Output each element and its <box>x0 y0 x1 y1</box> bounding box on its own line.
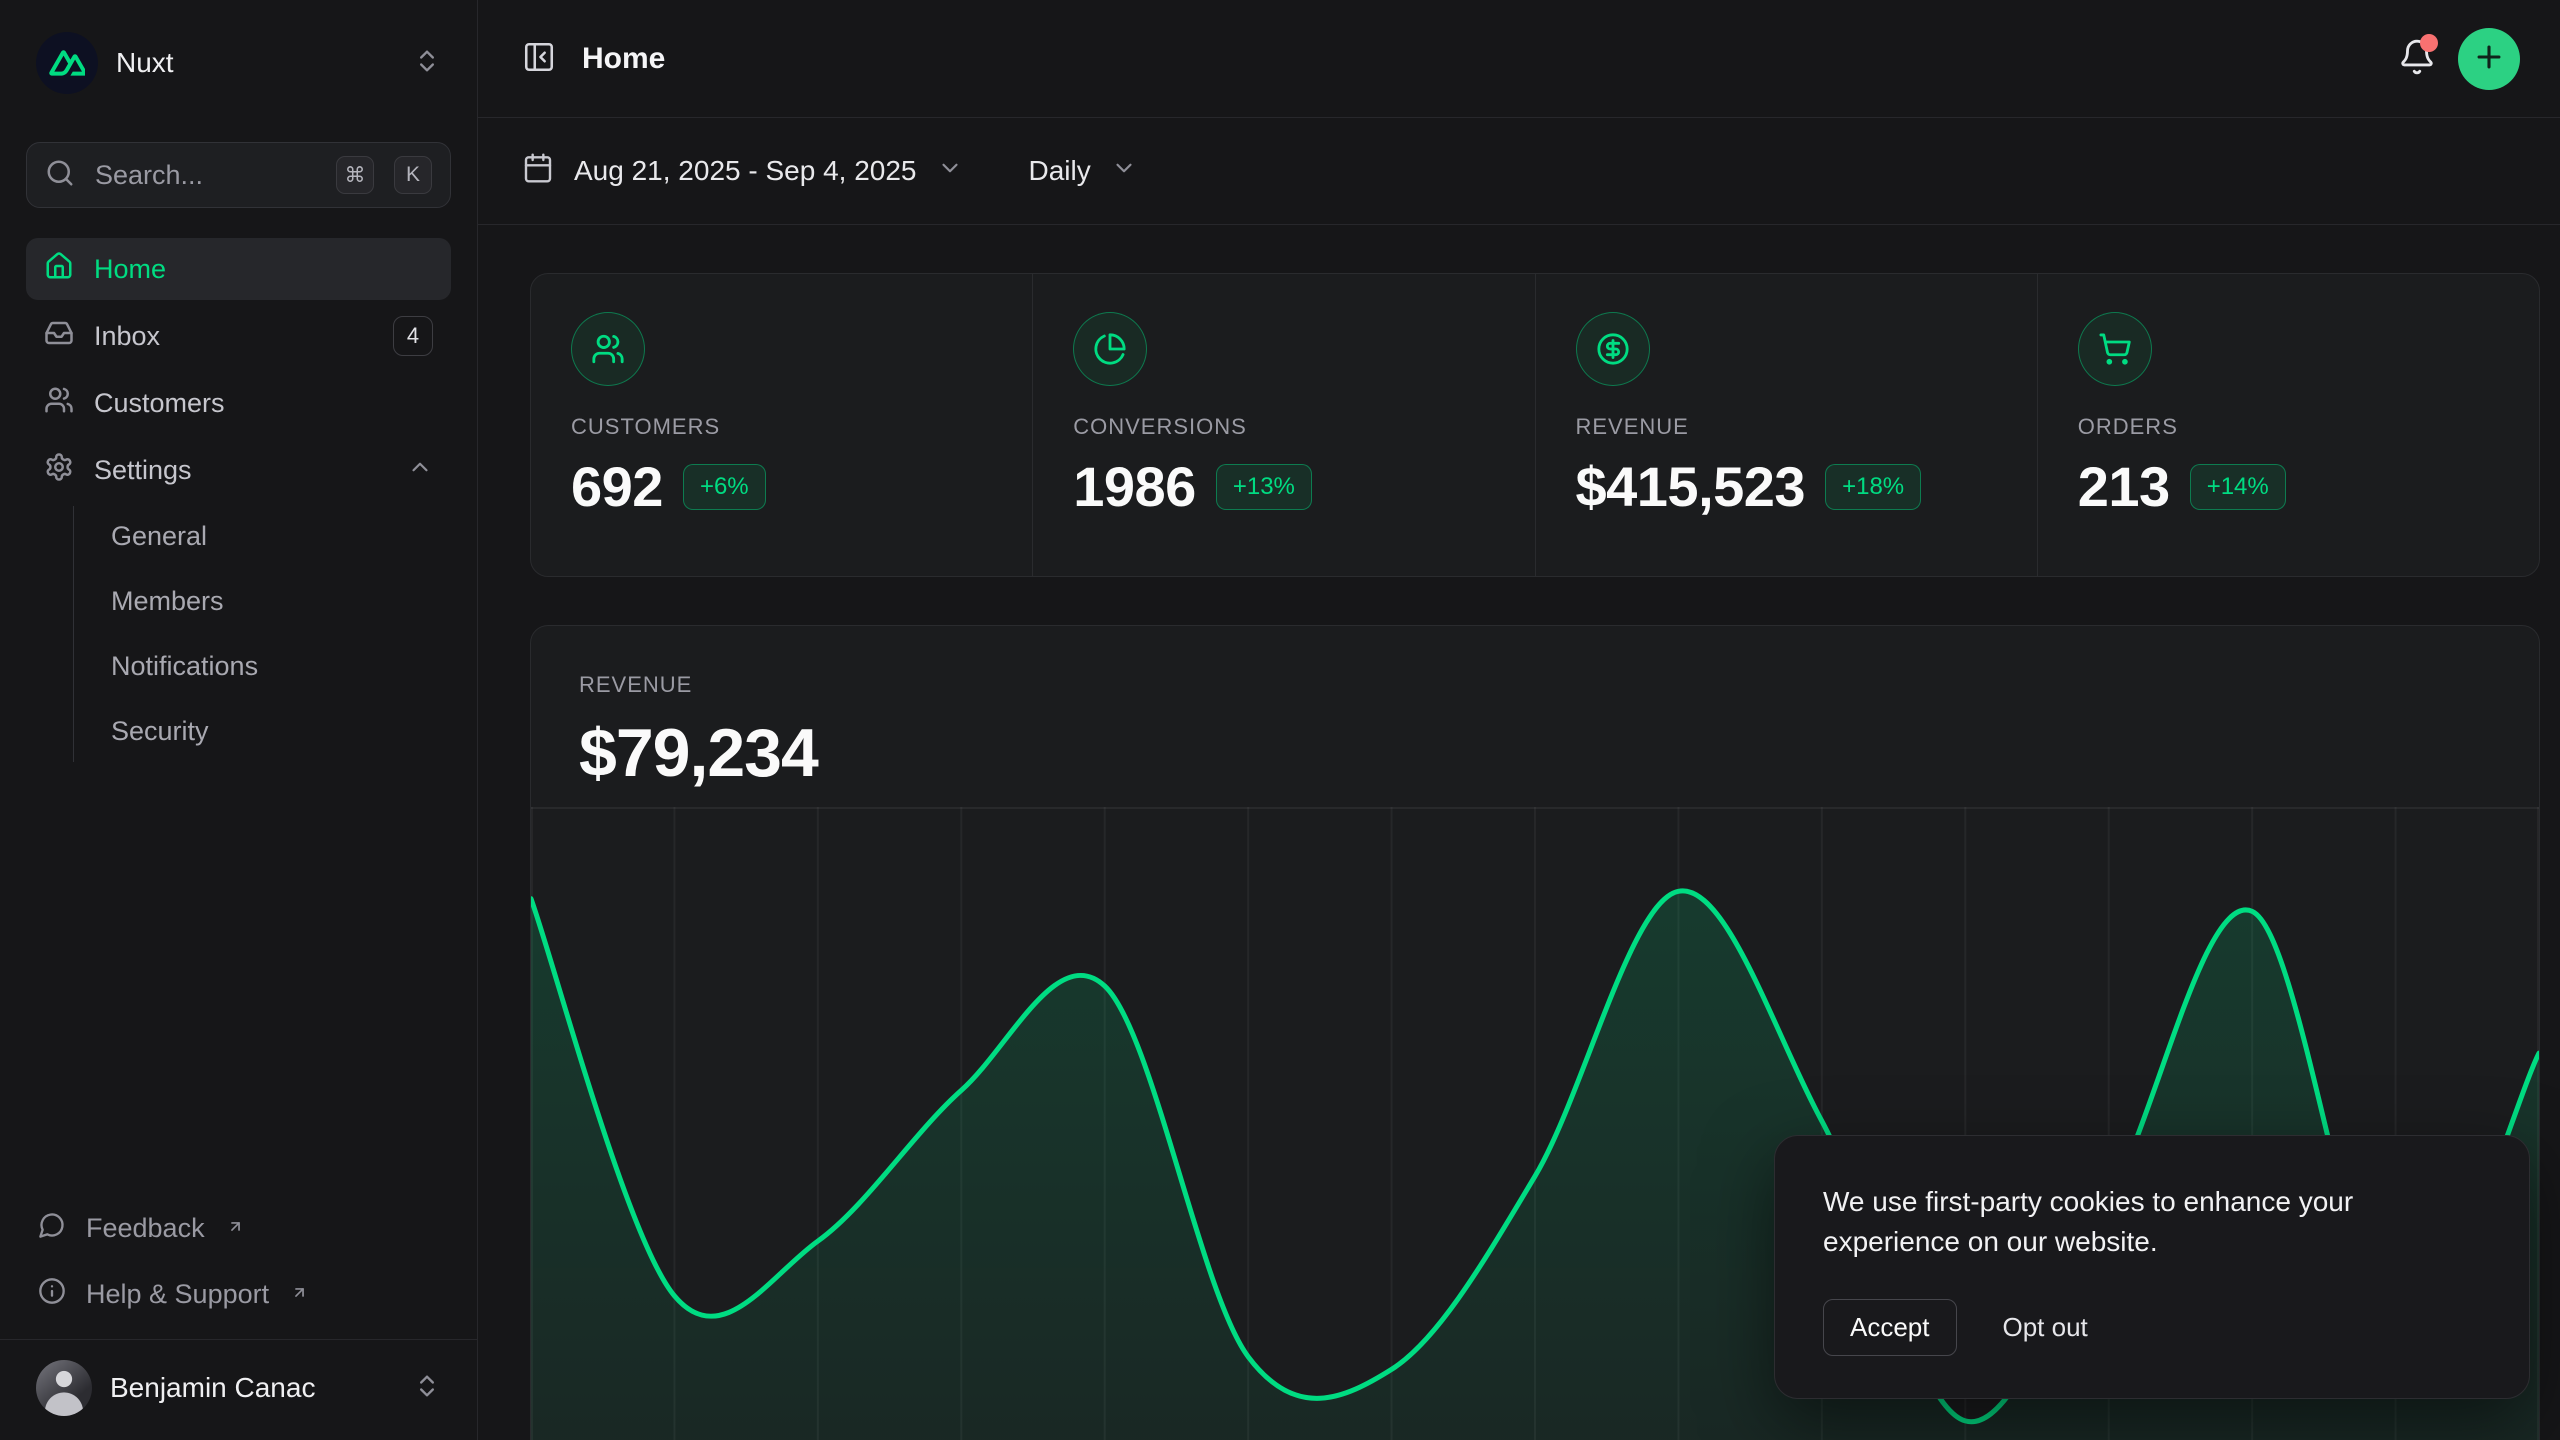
user-name: Benjamin Canac <box>110 1372 395 1404</box>
cookie-actions: Accept Opt out <box>1823 1299 2481 1356</box>
calendar-icon <box>522 152 554 191</box>
date-range-label: Aug 21, 2025 - Sep 4, 2025 <box>574 155 917 187</box>
cookie-message: We use first-party cookies to enhance yo… <box>1823 1182 2448 1263</box>
house-icon <box>44 251 74 288</box>
search-icon <box>45 158 75 193</box>
workspace-name: Nuxt <box>116 47 395 79</box>
stat-delta-badge: +14% <box>2190 464 2286 510</box>
stat-label: CUSTOMERS <box>571 414 992 440</box>
arrow-up-right-icon <box>227 1211 244 1242</box>
stat-card-customers: CUSTOMERS 692 +6% <box>531 274 1032 576</box>
stat-label: REVENUE <box>1576 414 1997 440</box>
stat-value: 1986 <box>1073 454 1196 519</box>
gear-icon <box>44 452 74 489</box>
kbd-k: K <box>394 156 432 194</box>
message-circle-icon <box>38 1211 66 1246</box>
sidebar-item-settings[interactable]: Settings <box>26 439 451 501</box>
sidebar: Nuxt Search... ⌘ K Home <box>0 0 478 1440</box>
stat-card-conversions: CONVERSIONS 1986 +13% <box>1033 274 1534 576</box>
info-icon <box>38 1277 66 1312</box>
nuxt-logo-icon <box>36 32 98 94</box>
chevrons-up-down-icon <box>413 1372 441 1405</box>
inbox-icon <box>44 318 74 355</box>
help-support-label: Help & Support <box>86 1279 269 1310</box>
stat-label: CONVERSIONS <box>1073 414 1494 440</box>
revenue-chart-value: $79,234 <box>579 714 2539 792</box>
page-title: Home <box>582 42 665 76</box>
search-placeholder: Search... <box>95 160 316 191</box>
kbd-cmd: ⌘ <box>336 156 374 194</box>
pie-chart-icon <box>1073 312 1147 386</box>
stat-label: ORDERS <box>2078 414 2499 440</box>
users-icon <box>44 385 74 422</box>
sidebar-item-label: Inbox <box>94 321 373 352</box>
stat-card-revenue: REVENUE $415,523 +18% <box>1536 274 2037 576</box>
opt-out-button[interactable]: Opt out <box>2003 1300 2088 1355</box>
search-input[interactable]: Search... ⌘ K <box>26 142 451 208</box>
collapse-sidebar-button[interactable] <box>522 40 556 77</box>
filters-toolbar: Aug 21, 2025 - Sep 4, 2025 Daily <box>478 118 2560 225</box>
notifications-button[interactable] <box>2398 38 2436 79</box>
stat-value: $415,523 <box>1576 454 1806 519</box>
cookie-consent-toast: We use first-party cookies to enhance yo… <box>1774 1135 2530 1399</box>
circle-dollar-icon <box>1576 312 1650 386</box>
inbox-count-badge: 4 <box>393 316 433 356</box>
granularity-select[interactable]: Daily <box>1029 155 1137 188</box>
stats-grid: CUSTOMERS 692 +6% CONVERSIONS 1986 +13% <box>530 273 2540 577</box>
header-actions <box>2398 28 2520 90</box>
sidebar-item-customers[interactable]: Customers <box>26 372 451 434</box>
sidebar-divider <box>0 1339 477 1340</box>
accept-button[interactable]: Accept <box>1823 1299 1957 1356</box>
chevron-down-icon <box>937 155 963 188</box>
revenue-chart-label: REVENUE <box>579 672 2539 698</box>
stat-delta-badge: +13% <box>1216 464 1312 510</box>
sidebar-item-general[interactable]: General <box>101 506 451 567</box>
feedback-label: Feedback <box>86 1213 205 1244</box>
add-button[interactable] <box>2458 28 2520 90</box>
sidebar-item-label: Customers <box>94 388 433 419</box>
stat-value: 692 <box>571 454 663 519</box>
user-menu[interactable]: Benjamin Canac <box>26 1346 451 1430</box>
sidebar-item-notifications[interactable]: Notifications <box>101 636 451 697</box>
stat-delta-badge: +6% <box>683 464 766 510</box>
chevrons-up-down-icon <box>413 47 441 80</box>
stat-delta-badge: +18% <box>1825 464 1921 510</box>
settings-subnav: General Members Notifications Security <box>73 506 451 762</box>
notification-dot <box>2420 34 2438 52</box>
stat-card-orders: ORDERS 213 +14% <box>2038 274 2539 576</box>
date-range-picker[interactable]: Aug 21, 2025 - Sep 4, 2025 <box>522 152 963 191</box>
help-support-link[interactable]: Help & Support <box>26 1263 451 1325</box>
sidebar-item-label: Settings <box>94 455 387 486</box>
sidebar-spacer <box>26 762 451 1197</box>
feedback-link[interactable]: Feedback <box>26 1197 451 1259</box>
sidebar-item-inbox[interactable]: Inbox 4 <box>26 305 451 367</box>
sidebar-footer-links: Feedback Help & Support <box>26 1197 451 1325</box>
shopping-cart-icon <box>2078 312 2152 386</box>
panel-left-close-icon <box>522 40 556 77</box>
sidebar-item-home[interactable]: Home <box>26 238 451 300</box>
chevron-up-icon <box>407 454 433 487</box>
chevron-down-icon <box>1111 155 1137 188</box>
plus-icon <box>2472 40 2506 77</box>
sidebar-item-label: Home <box>94 254 433 285</box>
sidebar-item-security[interactable]: Security <box>101 701 451 762</box>
page-header: Home <box>478 0 2560 118</box>
sidebar-nav: Home Inbox 4 Customers Settings <box>26 238 451 762</box>
sidebar-item-members[interactable]: Members <box>101 571 451 632</box>
stat-value: 213 <box>2078 454 2170 519</box>
revenue-chart-header: REVENUE $79,234 <box>531 626 2539 792</box>
workspace-selector[interactable]: Nuxt <box>26 30 451 96</box>
users-icon <box>571 312 645 386</box>
arrow-up-right-icon <box>291 1277 308 1308</box>
avatar <box>36 1360 92 1416</box>
granularity-label: Daily <box>1029 155 1091 187</box>
